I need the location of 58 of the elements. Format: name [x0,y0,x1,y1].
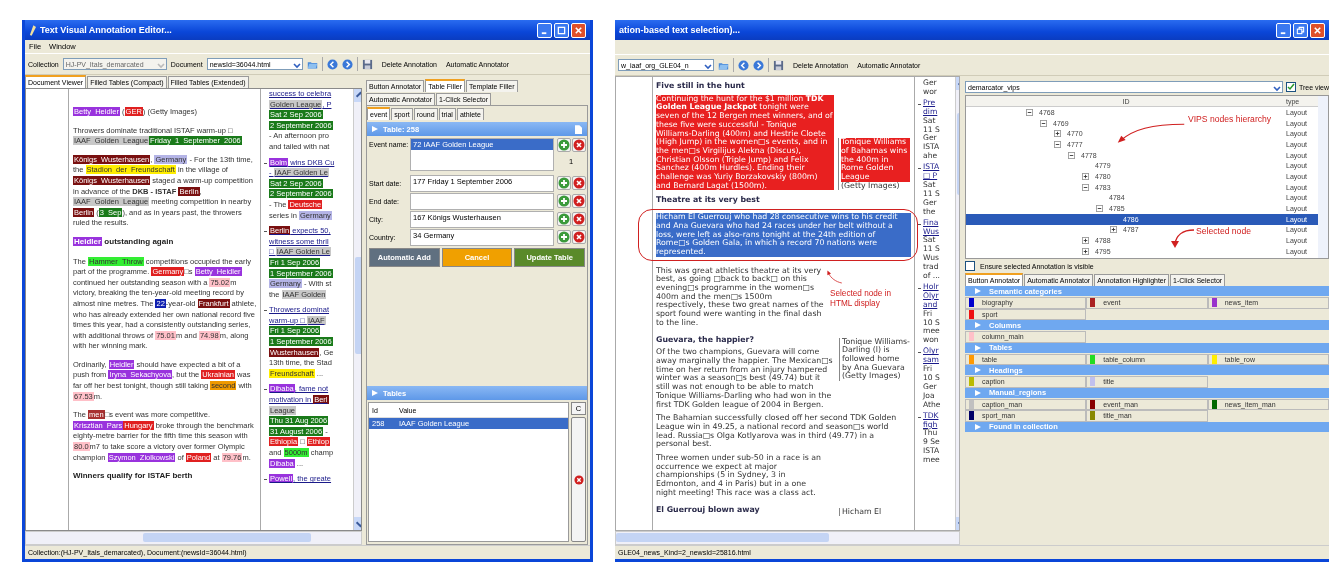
window-title: Text Visual Annotation Editor... [40,25,172,35]
expand-icon[interactable] [1082,237,1089,245]
annotation-highlight: Heidler [73,236,103,246]
add-icon[interactable] [556,230,571,244]
annotation-label: Selected node [1196,226,1251,236]
window-title: ation-based text selection)... [619,25,741,35]
text: qualify [106,471,133,481]
pen-icon [29,24,36,36]
triangle-icon [975,423,981,430]
collapse-icon[interactable] [1068,151,1075,159]
forward-icon[interactable] [341,58,353,70]
text: Winners [73,471,105,481]
delete-icon[interactable] [573,474,584,485]
collapse-icon[interactable] [1040,119,1047,127]
collapse-icon[interactable] [1082,183,1089,191]
delete-icon[interactable] [571,138,586,152]
text: for [134,471,146,481]
back-icon[interactable] [326,58,338,70]
horizontal-scrollbar[interactable] [615,531,960,545]
input-field[interactable] [410,192,554,210]
horizontal-scrollbar[interactable] [25,531,362,545]
checkbox[interactable] [1285,82,1296,92]
back-icon[interactable] [738,59,749,71]
expand-icon[interactable] [1082,172,1089,180]
triangle-icon [975,389,981,396]
delete-icon[interactable] [571,176,586,190]
tree-scrollbar[interactable] [1318,96,1328,258]
text: outstanding [104,236,151,246]
triangle-icon [975,344,981,351]
triangle-icon [975,288,981,294]
add-icon[interactable] [556,138,571,152]
save-icon[interactable] [773,59,784,71]
delete-icon[interactable] [571,230,586,244]
triangle-icon [975,322,981,328]
text: berth [172,471,193,481]
annotation-label: Selected node in HTML display [830,289,892,309]
annotation-arrow [825,267,843,287]
expand-icon[interactable] [1054,130,1061,138]
triangle-icon [975,367,981,373]
annotation-arrow [1116,121,1186,145]
add-icon[interactable] [556,176,571,190]
collapse-icon[interactable] [1054,140,1061,148]
collapse-icon[interactable] [1096,205,1103,213]
expand-icon[interactable] [1110,226,1117,234]
delete-icon[interactable] [571,212,586,226]
expand-icon[interactable] [1082,247,1089,255]
triangle-icon [372,390,378,396]
triangle-icon [372,126,378,132]
annotation-label: VIPS nodes hierarchy [1188,114,1272,124]
forward-icon[interactable] [753,59,764,71]
delete-icon[interactable] [571,194,586,208]
add-icon[interactable] [556,212,571,226]
text: again [152,236,174,246]
text: ISTAF [147,471,171,481]
add-icon[interactable] [556,194,571,208]
save-icon[interactable] [361,58,373,70]
collapse-icon[interactable] [1026,108,1033,116]
checkbox[interactable] [965,261,975,271]
